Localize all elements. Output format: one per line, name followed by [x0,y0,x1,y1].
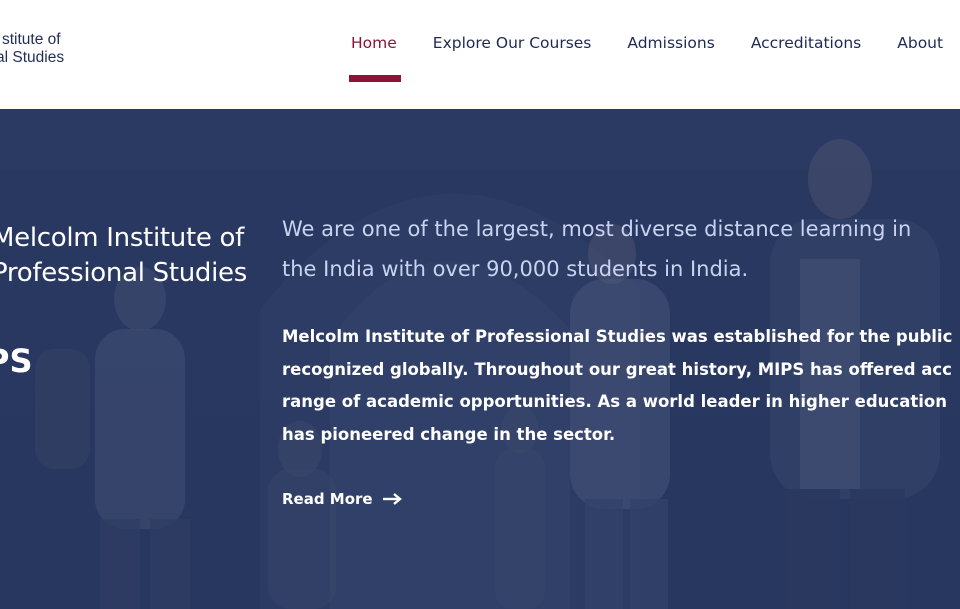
lead-line-2: the India with over 90,000 students in I… [282,257,749,281]
main-nav: Home Explore Our Courses Admissions Accr… [351,33,960,53]
hero-section: Melcolm Institute of Professional Studie… [0,109,960,609]
body-line-3: range of academic opportunities. As a wo… [282,392,947,411]
logo-line-2: al Studies [0,49,65,66]
site-logo[interactable]: stitute of al Studies [0,31,64,67]
arrow-right-icon [382,493,402,505]
hero-body-text: Melcolm Institute of Professional Studie… [282,321,960,451]
institute-name: Melcolm Institute of Professional Studie… [0,221,247,291]
institute-name-line-2: Professional Studies [0,258,247,288]
read-more-link[interactable]: Read More [282,487,403,511]
logo-line-1: stitute of [2,31,61,48]
lead-line-1: We are one of the largest, most diverse … [282,217,912,241]
read-more-label: Read More [282,490,373,508]
nav-accreditations[interactable]: Accreditations [751,33,861,53]
nav-about[interactable]: About [897,33,943,53]
nav-explore-courses[interactable]: Explore Our Courses [433,33,592,53]
nav-home[interactable]: Home [351,33,397,53]
institute-name-line-1: Melcolm Institute of [0,223,244,253]
hero-lead-text: We are one of the largest, most diverse … [282,209,960,289]
institute-abbreviation: PS [0,342,33,380]
body-line-4: has pioneered change in the sector. [282,424,616,444]
site-header: stitute of al Studies Home Explore Our C… [0,0,960,109]
active-nav-indicator [349,75,401,82]
body-line-2: recognized globally. Throughout our grea… [282,359,952,379]
nav-admissions[interactable]: Admissions [627,33,714,53]
body-line-1: Melcolm Institute of Professional Studie… [282,327,953,346]
